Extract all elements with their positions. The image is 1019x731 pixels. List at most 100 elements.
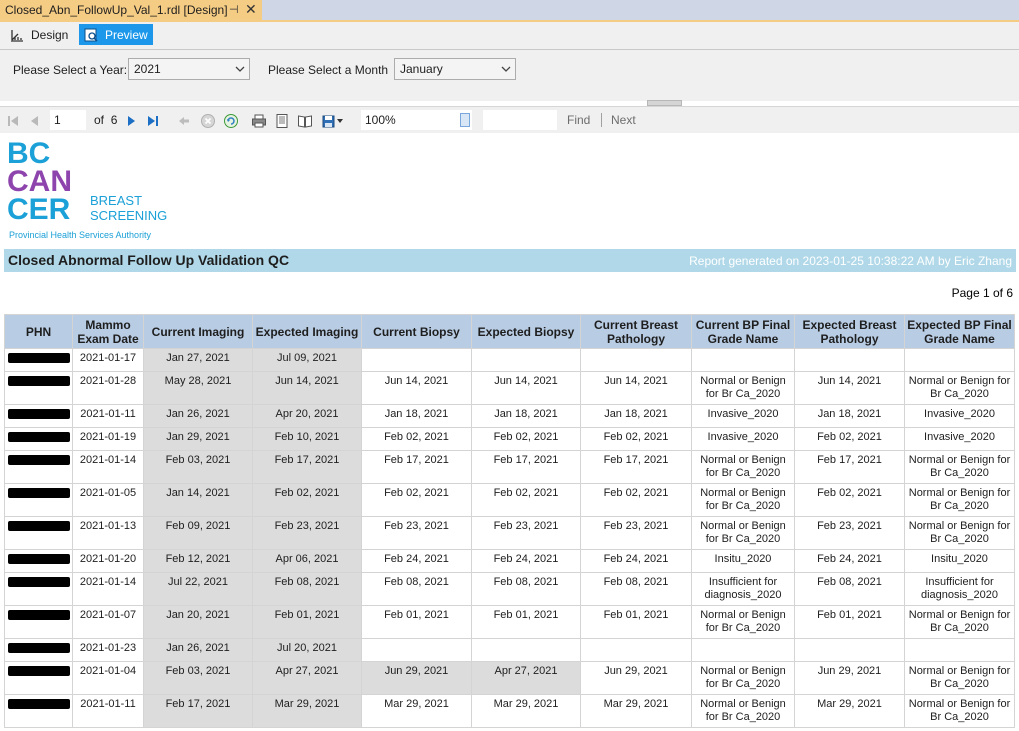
- expected-imaging-cell: Feb 17, 2021: [252, 450, 362, 484]
- phn-cell: [4, 348, 73, 372]
- page-number-input[interactable]: 1: [50, 110, 86, 130]
- current-pathology-cell: Jun 14, 2021: [580, 371, 692, 405]
- current-grade-cell: Invasive_2020: [691, 427, 795, 451]
- chevron-down-icon: [235, 63, 245, 73]
- expected-grade-cell: Invasive_2020: [904, 427, 1015, 451]
- expected-imaging-cell: Mar 29, 2021: [252, 694, 362, 728]
- next-link[interactable]: Next: [611, 113, 636, 127]
- redaction-mark: [7, 666, 70, 676]
- exam-date-cell: 2021-01-11: [72, 404, 144, 428]
- preview-tab-label: Preview: [105, 27, 148, 42]
- column-header-current-breast-pathology: Current Breast Pathology: [580, 314, 692, 349]
- expected-grade-cell: Insitu_2020: [904, 549, 1015, 573]
- find-separator: [601, 113, 602, 127]
- refresh-icon[interactable]: [223, 113, 239, 129]
- table-row: 2021-01-14 Feb 03, 2021 Feb 17, 2021 Feb 17…: [4, 450, 1015, 484]
- phn-cell: [4, 450, 73, 484]
- redaction-mark: [7, 521, 70, 531]
- current-imaging-cell: Jan 26, 2021: [143, 638, 253, 662]
- current-biopsy-cell: Feb 17, 2021: [361, 450, 472, 484]
- svg-text:Provincial Health Services Aut: Provincial Health Services Authority: [9, 230, 152, 240]
- redaction-mark: [7, 699, 70, 709]
- phn-cell: [4, 638, 73, 662]
- preview-tab-button[interactable]: Preview: [79, 24, 153, 45]
- svg-text:SCREENING: SCREENING: [90, 208, 167, 223]
- export-icon[interactable]: [321, 113, 337, 129]
- column-header-phn: PHN: [4, 314, 73, 349]
- next-page-icon[interactable]: [123, 113, 139, 129]
- current-biopsy-cell: Feb 02, 2021: [361, 483, 472, 517]
- year-select[interactable]: 2021: [128, 58, 250, 80]
- current-biopsy-cell: Feb 02, 2021: [361, 427, 472, 451]
- expected-grade-cell: [904, 638, 1015, 662]
- expected-biopsy-cell: [471, 638, 581, 662]
- current-imaging-cell: Feb 09, 2021: [143, 516, 253, 550]
- expected-imaging-cell: Jul 09, 2021: [252, 348, 362, 372]
- find-link[interactable]: Find: [567, 113, 590, 127]
- design-tab-button[interactable]: Design: [9, 24, 73, 45]
- document-tab[interactable]: Closed_Abn_FollowUp_Val_1.rdl [Design] ⊣…: [0, 0, 262, 20]
- expected-biopsy-cell: Feb 02, 2021: [471, 483, 581, 517]
- current-grade-cell: [691, 638, 795, 662]
- document-tab-strip: Closed_Abn_FollowUp_Val_1.rdl [Design] ⊣…: [0, 0, 1019, 20]
- print-icon[interactable]: [251, 113, 267, 129]
- expected-grade-cell: Normal or Benign for Br Ca_2020: [904, 371, 1015, 405]
- expected-imaging-cell: Apr 20, 2021: [252, 404, 362, 428]
- print-layout-icon[interactable]: [274, 113, 290, 129]
- current-grade-cell: Normal or Benign for Br Ca_2020: [691, 483, 795, 517]
- find-input[interactable]: [483, 110, 557, 130]
- current-imaging-cell: Jan 20, 2021: [143, 605, 253, 639]
- current-grade-cell: Insitu_2020: [691, 549, 795, 573]
- expected-pathology-cell: Jun 14, 2021: [794, 371, 905, 405]
- table-header-row: PHN Mammo Exam Date Current Imaging Expecte…: [4, 314, 1015, 349]
- table-row: 2021-01-11 Feb 17, 2021 Mar 29, 2021 Mar 29…: [4, 694, 1015, 728]
- phn-cell: [4, 371, 73, 405]
- current-imaging-cell: Jan 14, 2021: [143, 483, 253, 517]
- exam-date-cell: 2021-01-13: [72, 516, 144, 550]
- expected-imaging-cell: Feb 02, 2021: [252, 483, 362, 517]
- expected-biopsy-cell: Apr 27, 2021: [471, 661, 581, 695]
- current-imaging-cell: Feb 17, 2021: [143, 694, 253, 728]
- table-row: 2021-01-17 Jan 27, 2021 Jul 09, 2021: [4, 348, 1015, 372]
- exam-date-cell: 2021-01-23: [72, 638, 144, 662]
- table-row: 2021-01-14 Jul 22, 2021 Feb 08, 2021 Feb 08…: [4, 572, 1015, 606]
- current-biopsy-cell: [361, 638, 472, 662]
- redaction-mark: [7, 488, 70, 498]
- expected-pathology-cell: Feb 08, 2021: [794, 572, 905, 606]
- redaction-mark: [7, 432, 70, 442]
- current-biopsy-cell: Jun 29, 2021: [361, 661, 472, 695]
- redaction-mark: [7, 554, 70, 564]
- expected-pathology-cell: Jun 29, 2021: [794, 661, 905, 695]
- expected-grade-cell: Normal or Benign for Br Ca_2020: [904, 450, 1015, 484]
- prev-page-icon[interactable]: [27, 113, 43, 129]
- zoom-select[interactable]: 100%: [361, 110, 472, 130]
- month-select[interactable]: January: [394, 58, 516, 80]
- last-page-icon[interactable]: [145, 113, 161, 129]
- pin-icon[interactable]: ⊣: [229, 3, 239, 16]
- phn-cell: [4, 404, 73, 428]
- column-header-current-bp-final-grade: Current BP Final Grade Name: [691, 314, 795, 349]
- zoom-value: 100%: [365, 113, 396, 127]
- exam-date-cell: 2021-01-19: [72, 427, 144, 451]
- mode-bar: Design Preview: [0, 22, 1019, 49]
- expected-grade-cell: Normal or Benign for Br Ca_2020: [904, 483, 1015, 517]
- expected-biopsy-cell: Feb 02, 2021: [471, 427, 581, 451]
- back-icon[interactable]: [176, 113, 192, 129]
- column-header-current-biopsy: Current Biopsy: [361, 314, 472, 349]
- expected-biopsy-cell: Feb 17, 2021: [471, 450, 581, 484]
- first-page-icon[interactable]: [5, 113, 21, 129]
- current-pathology-cell: Feb 08, 2021: [580, 572, 692, 606]
- redaction-mark: [7, 353, 70, 363]
- close-icon[interactable]: ✕: [245, 1, 257, 18]
- redaction-mark: [7, 376, 70, 386]
- expected-pathology-cell: Feb 01, 2021: [794, 605, 905, 639]
- current-grade-cell: Insufficient for diagnosis_2020: [691, 572, 795, 606]
- export-dropdown-icon[interactable]: [336, 113, 344, 129]
- current-pathology-cell: [580, 348, 692, 372]
- exam-date-cell: 2021-01-17: [72, 348, 144, 372]
- current-grade-cell: Normal or Benign for Br Ca_2020: [691, 450, 795, 484]
- month-label: Please Select a Month: [268, 63, 389, 77]
- stop-icon[interactable]: [200, 113, 216, 129]
- expected-pathology-cell: [794, 348, 905, 372]
- page-setup-icon[interactable]: [297, 113, 313, 129]
